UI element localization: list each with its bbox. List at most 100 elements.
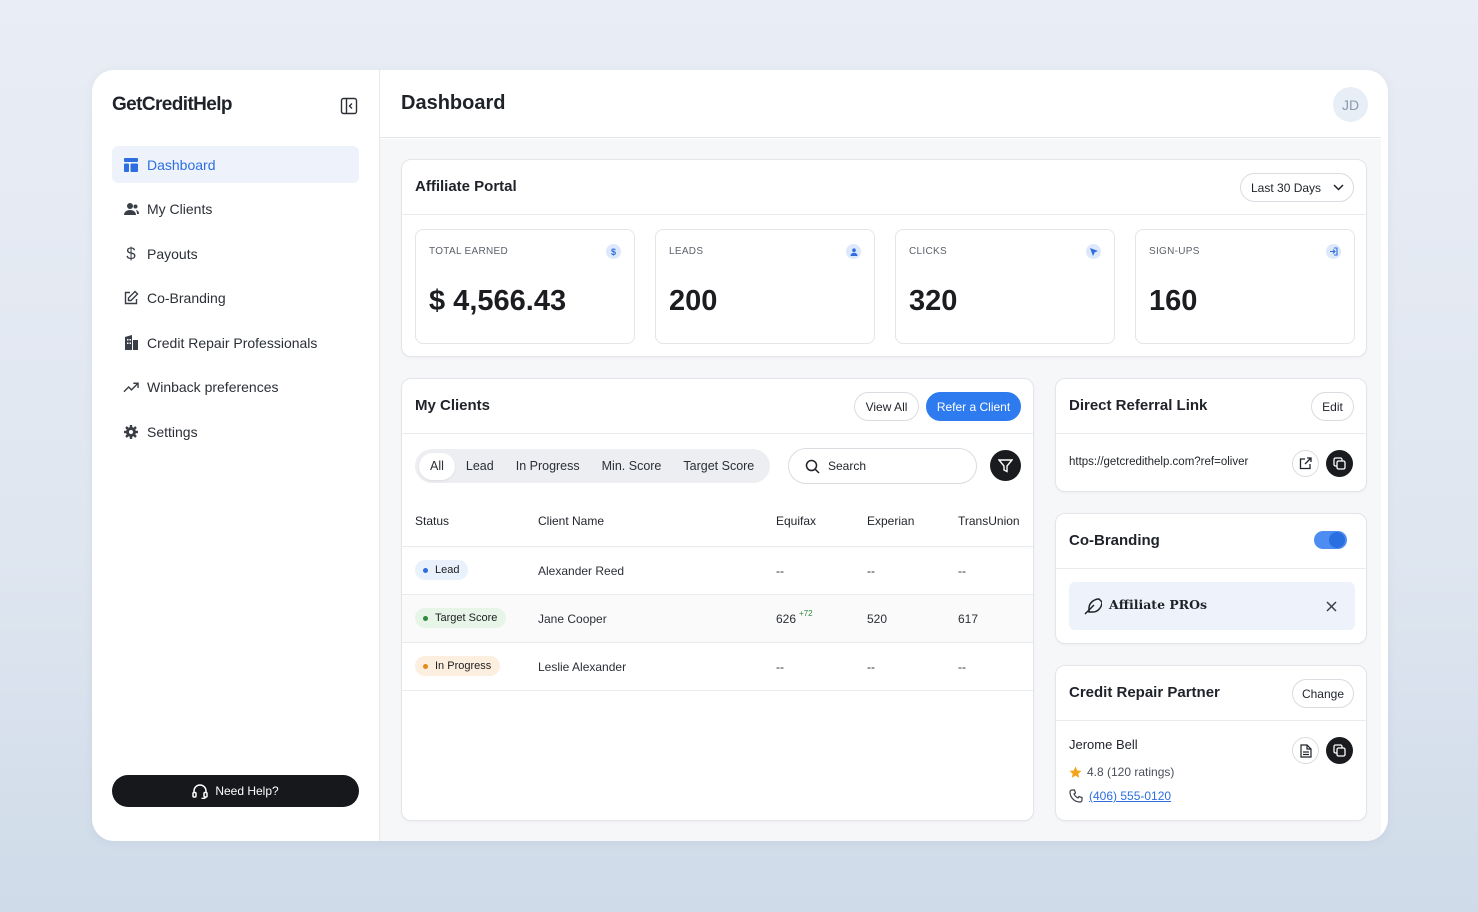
partner-phone: (406) 555-0120: [1069, 789, 1171, 803]
column-header-equifax[interactable]: Equifax: [776, 514, 816, 528]
need-help-button[interactable]: Need Help?: [112, 775, 359, 807]
stat-label: CLICKS: [909, 246, 947, 257]
sidebar-item-label: Credit Repair Professionals: [147, 334, 318, 351]
collapse-sidebar-icon[interactable]: [340, 97, 358, 115]
transunion-score: --: [958, 564, 966, 578]
stat-total-earned: TOTAL EARNED $ $ 4,566.43: [415, 229, 635, 344]
stat-clicks: CLICKS 320: [895, 229, 1115, 344]
app-window: GetCreditHelp Dashboard My Clients $ Pay…: [92, 70, 1388, 841]
view-all-button[interactable]: View All: [854, 392, 919, 421]
stat-value: 320: [909, 285, 958, 317]
open-link-button[interactable]: [1292, 450, 1319, 477]
transunion-score: --: [958, 660, 966, 674]
partner-name: Jerome Bell: [1069, 737, 1138, 752]
sidebar-item-winback-preferences[interactable]: Winback preferences: [112, 369, 359, 406]
column-header-experian[interactable]: Experian: [867, 514, 914, 528]
card-header: My Clients View All Refer a Client: [402, 379, 1033, 434]
status-dot: [423, 663, 428, 669]
sidebar-item-label: Dashboard: [147, 156, 216, 173]
partner-document-button[interactable]: [1292, 737, 1319, 764]
sidebar-item-label: Settings: [147, 423, 198, 440]
page-title: Dashboard: [401, 92, 506, 114]
dashboard-icon: [123, 157, 139, 173]
users-icon: [123, 201, 139, 217]
edit-link-button[interactable]: Edit: [1311, 392, 1354, 421]
co-branding-toggle[interactable]: [1314, 531, 1347, 549]
status-badge: Target Score: [415, 608, 507, 628]
referral-link-title: Direct Referral Link: [1069, 397, 1208, 414]
date-range-label: Last 30 Days: [1251, 180, 1322, 195]
co-branding-title: Co-Branding: [1069, 532, 1160, 549]
refer-client-button[interactable]: Refer a Client: [926, 392, 1021, 421]
card-header: Affiliate Portal Last 30 Days: [402, 160, 1366, 215]
column-header-transunion[interactable]: TransUnion: [958, 514, 1020, 528]
column-header-status[interactable]: Status: [415, 514, 449, 528]
card-header: Direct Referral Link Edit: [1056, 379, 1366, 434]
star-icon: [1069, 766, 1082, 778]
edit-icon: [123, 290, 139, 306]
copy-icon: [1333, 457, 1346, 470]
user-icon: [846, 244, 861, 259]
client-name: Jane Cooper: [538, 612, 607, 626]
filter-tab-in-progress[interactable]: In Progress: [505, 453, 591, 480]
stat-label: SIGN-UPS: [1149, 246, 1200, 257]
table-row[interactable]: Target Score Jane Cooper 626 +72 520 617: [402, 595, 1033, 643]
filter-button[interactable]: [990, 450, 1021, 481]
external-link-icon: [1299, 457, 1312, 470]
client-name: Leslie Alexander: [538, 660, 627, 674]
sidebar-item-credit-repair-professionals[interactable]: Credit Repair Professionals: [112, 324, 359, 361]
filter-icon: [998, 458, 1013, 473]
copy-link-button[interactable]: [1326, 450, 1353, 477]
logo: GetCreditHelp: [112, 94, 233, 115]
filter-tab-target-score[interactable]: Target Score: [672, 453, 765, 480]
referral-url[interactable]: https://getcredithelp.com?ref=oliver: [1069, 456, 1248, 468]
status-label: In Progress: [435, 660, 492, 672]
card-header: Credit Repair Partner Change: [1056, 666, 1366, 721]
avatar[interactable]: JD: [1333, 87, 1368, 122]
dollar-icon: $: [126, 243, 136, 263]
table-row[interactable]: In Progress Leslie Alexander -- -- --: [402, 643, 1033, 691]
sidebar-item-settings[interactable]: Settings: [112, 413, 359, 450]
sidebar-item-my-clients[interactable]: My Clients: [112, 191, 359, 228]
trend-icon: [123, 379, 139, 395]
change-partner-button[interactable]: Change: [1292, 679, 1354, 708]
sidebar-item-co-branding[interactable]: Co-Branding: [112, 280, 359, 317]
need-help-label: Need Help?: [215, 784, 279, 798]
transunion-score: 617: [958, 612, 979, 626]
phone-link[interactable]: (406) 555-0120: [1089, 789, 1171, 803]
filter-tab-all[interactable]: All: [419, 452, 455, 480]
stat-sign-ups: SIGN-UPS 160: [1135, 229, 1355, 344]
filter-tab-min-score[interactable]: Min. Score: [591, 453, 673, 480]
affiliate-portal-card: Affiliate Portal Last 30 Days TOTAL EARN…: [401, 159, 1367, 357]
main-content: Affiliate Portal Last 30 Days TOTAL EARN…: [380, 139, 1381, 841]
search-input[interactable]: Search: [788, 448, 977, 484]
equifax-score: 626: [776, 612, 797, 626]
sidebar-item-payouts[interactable]: $ Payouts: [112, 235, 359, 272]
close-icon[interactable]: [1326, 601, 1337, 612]
stat-label: LEADS: [669, 246, 704, 257]
table-row[interactable]: Lead Alexander Reed -- -- --: [402, 547, 1033, 595]
document-icon: [1299, 743, 1312, 758]
feather-icon: [1084, 598, 1102, 615]
sidebar-item-label: Co-Branding: [147, 290, 226, 306]
date-range-select[interactable]: Last 30 Days: [1240, 173, 1354, 202]
equifax-score-cell: 626 +72: [776, 609, 813, 626]
score-change: +72: [799, 609, 813, 618]
equifax-score: --: [776, 564, 784, 578]
column-header-client-name[interactable]: Client Name: [538, 514, 604, 528]
partner-copy-button[interactable]: [1326, 737, 1353, 764]
gear-icon: [123, 424, 139, 440]
affiliate-portal-title: Affiliate Portal: [415, 178, 517, 195]
stat-value: $ 4,566.43: [429, 285, 567, 317]
filter-tab-lead[interactable]: Lead: [455, 453, 505, 480]
stat-value: 200: [669, 285, 718, 317]
client-name: Alexander Reed: [538, 564, 625, 578]
sidebar-item-dashboard[interactable]: Dashboard: [112, 146, 359, 183]
rating-text: 4.8 (120 ratings): [1087, 765, 1175, 779]
partner-rating: 4.8 (120 ratings): [1069, 765, 1174, 779]
status-dot: [423, 567, 428, 573]
status-badge: In Progress: [415, 656, 501, 676]
experian-score: --: [867, 564, 875, 578]
partner-title: Credit Repair Partner: [1069, 684, 1220, 701]
status-label: Target Score: [435, 612, 498, 624]
